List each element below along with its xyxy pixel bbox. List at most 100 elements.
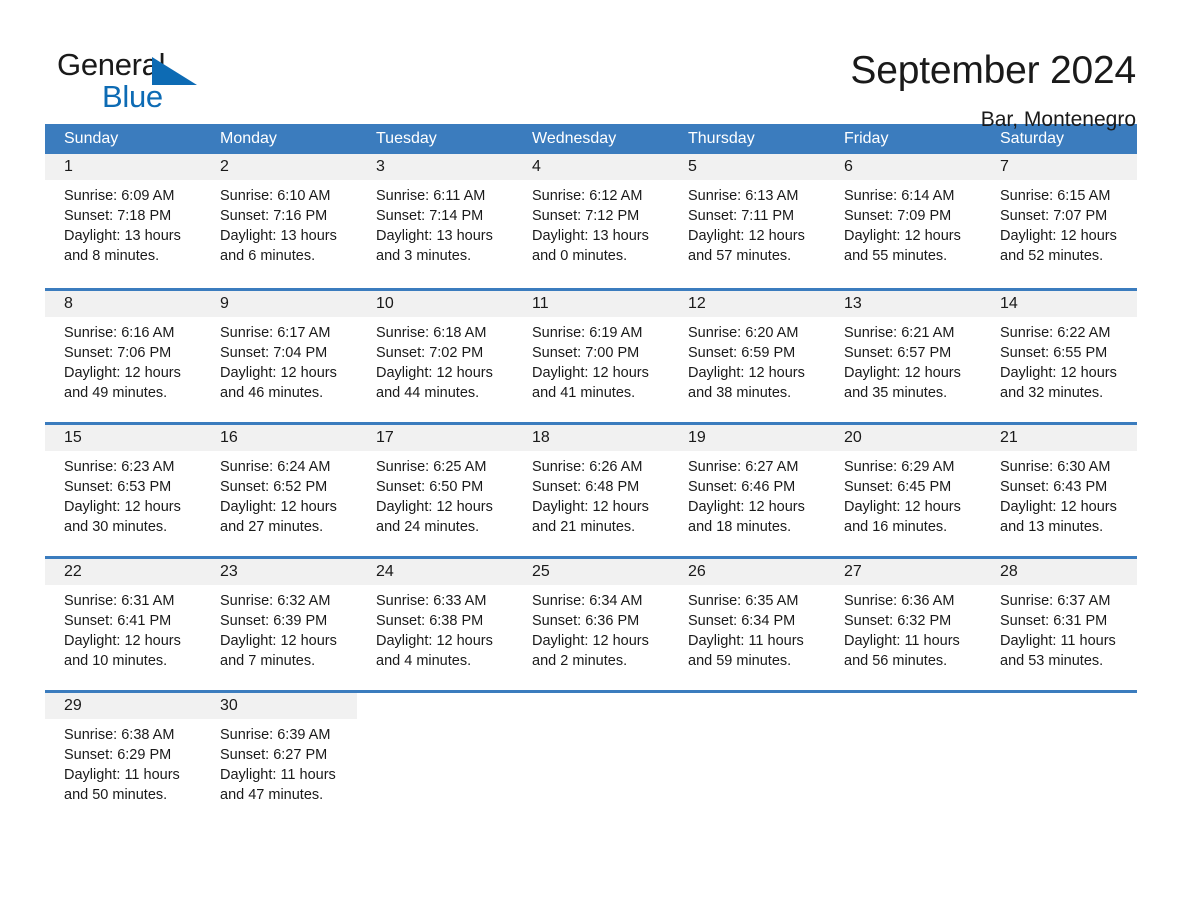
daylight-text: Daylight: 11 hours and 59 minutes. bbox=[688, 633, 804, 669]
sunrise-text: Sunrise: 6:24 AM bbox=[220, 459, 331, 475]
calendar-day-cell[interactable]: 10 Sunrise: 6:18 AM Sunset: 7:02 PM Dayligh… bbox=[357, 291, 513, 412]
sunrise-text: Sunrise: 6:09 AM bbox=[64, 188, 175, 204]
calendar-day-cell[interactable]: 21 Sunrise: 6:30 AM Sunset: 6:43 PM Dayligh… bbox=[981, 425, 1137, 546]
day-number-band: 3 bbox=[357, 154, 513, 180]
sunrise-text: Sunrise: 6:20 AM bbox=[688, 325, 799, 341]
sunset-text: Sunset: 6:29 PM bbox=[64, 747, 172, 763]
calendar-day-cell[interactable]: 22 Sunrise: 6:31 AM Sunset: 6:41 PM Dayligh… bbox=[45, 559, 201, 680]
day-info: Sunrise: 6:35 AM Sunset: 6:34 PM Daylight:… bbox=[669, 585, 825, 671]
daylight-text: Daylight: 11 hours and 56 minutes. bbox=[844, 633, 960, 669]
calendar-day-cell[interactable]: 9 Sunrise: 6:17 AM Sunset: 7:04 PM Daylight… bbox=[201, 291, 357, 412]
day-number-band: 5 bbox=[669, 154, 825, 180]
calendar-day-cell[interactable]: 15 Sunrise: 6:23 AM Sunset: 6:53 PM Dayligh… bbox=[45, 425, 201, 546]
daylight-text: Daylight: 11 hours and 47 minutes. bbox=[220, 767, 336, 803]
sunrise-text: Sunrise: 6:17 AM bbox=[220, 325, 331, 341]
sunrise-text: Sunrise: 6:33 AM bbox=[376, 593, 487, 609]
day-number: 8 bbox=[64, 295, 73, 312]
calendar-day-cell[interactable]: 26 Sunrise: 6:35 AM Sunset: 6:34 PM Dayligh… bbox=[669, 559, 825, 680]
sunset-text: Sunset: 7:14 PM bbox=[376, 208, 484, 224]
calendar-day-cell[interactable]: 4 Sunrise: 6:12 AM Sunset: 7:12 PM Daylight… bbox=[513, 154, 669, 278]
calendar-day-cell[interactable]: 24 Sunrise: 6:33 AM Sunset: 6:38 PM Dayligh… bbox=[357, 559, 513, 680]
calendar-grid: Sunday Monday Tuesday Wednesday Thursday… bbox=[45, 124, 1137, 814]
day-number-band: 4 bbox=[513, 154, 669, 180]
weekday-header-thursday: Thursday bbox=[688, 130, 755, 147]
day-number: 2 bbox=[220, 158, 229, 175]
sunset-text: Sunset: 6:36 PM bbox=[532, 613, 640, 629]
calendar-day-cell[interactable]: 14 Sunrise: 6:22 AM Sunset: 6:55 PM Dayligh… bbox=[981, 291, 1137, 412]
daylight-text: Daylight: 12 hours and 35 minutes. bbox=[844, 365, 961, 401]
day-number: 25 bbox=[532, 563, 550, 580]
title-block: September 2024 Bar, Montenegro bbox=[850, 48, 1136, 134]
calendar-day-cell[interactable]: 19 Sunrise: 6:27 AM Sunset: 6:46 PM Dayligh… bbox=[669, 425, 825, 546]
day-info: Sunrise: 6:20 AM Sunset: 6:59 PM Daylight:… bbox=[669, 317, 825, 403]
sunrise-text: Sunrise: 6:29 AM bbox=[844, 459, 955, 475]
calendar-day-cell[interactable]: 7 Sunrise: 6:15 AM Sunset: 7:07 PM Daylight… bbox=[981, 154, 1137, 278]
calendar-day-cell[interactable]: 1 Sunrise: 6:09 AM Sunset: 7:18 PM Daylight… bbox=[45, 154, 201, 278]
calendar-week-row: 15 Sunrise: 6:23 AM Sunset: 6:53 PM Dayligh… bbox=[45, 422, 1137, 546]
sunrise-text: Sunrise: 6:11 AM bbox=[376, 188, 486, 204]
calendar-day-cell[interactable]: 20 Sunrise: 6:29 AM Sunset: 6:45 PM Dayligh… bbox=[825, 425, 981, 546]
generalblue-logo[interactable]: General Blue bbox=[57, 48, 207, 112]
page-title: September 2024 bbox=[850, 49, 1136, 92]
sunset-text: Sunset: 6:46 PM bbox=[688, 479, 796, 495]
sunset-text: Sunset: 7:09 PM bbox=[844, 208, 952, 224]
sunset-text: Sunset: 7:00 PM bbox=[532, 345, 640, 361]
daylight-text: Daylight: 12 hours and 32 minutes. bbox=[1000, 365, 1117, 401]
calendar-day-cell[interactable]: 6 Sunrise: 6:14 AM Sunset: 7:09 PM Daylight… bbox=[825, 154, 981, 278]
calendar-day-cell[interactable]: 17 Sunrise: 6:25 AM Sunset: 6:50 PM Dayligh… bbox=[357, 425, 513, 546]
logo-triangle-icon bbox=[152, 57, 197, 85]
daylight-text: Daylight: 13 hours and 3 minutes. bbox=[376, 228, 493, 264]
day-number: 28 bbox=[1000, 563, 1018, 580]
calendar-day-cell[interactable]: 28 Sunrise: 6:37 AM Sunset: 6:31 PM Dayligh… bbox=[981, 559, 1137, 680]
calendar-week-row: 8 Sunrise: 6:16 AM Sunset: 7:06 PM Daylight… bbox=[45, 288, 1137, 412]
day-number-band: 11 bbox=[513, 291, 669, 317]
calendar-day-cell[interactable]: 29 Sunrise: 6:38 AM Sunset: 6:29 PM Dayligh… bbox=[45, 693, 201, 814]
daylight-text: Daylight: 12 hours and 24 minutes. bbox=[376, 499, 493, 535]
day-number-band: 28 bbox=[981, 559, 1137, 585]
calendar-day-cell[interactable]: 30 Sunrise: 6:39 AM Sunset: 6:27 PM Dayligh… bbox=[201, 693, 357, 814]
calendar-day-cell[interactable]: 27 Sunrise: 6:36 AM Sunset: 6:32 PM Dayligh… bbox=[825, 559, 981, 680]
sunset-text: Sunset: 7:04 PM bbox=[220, 345, 328, 361]
calendar-day-cell[interactable]: 3 Sunrise: 6:11 AM Sunset: 7:14 PM Daylight… bbox=[357, 154, 513, 278]
day-info: Sunrise: 6:11 AM Sunset: 7:14 PM Daylight:… bbox=[357, 180, 513, 266]
day-info: Sunrise: 6:18 AM Sunset: 7:02 PM Daylight:… bbox=[357, 317, 513, 403]
day-info: Sunrise: 6:38 AM Sunset: 6:29 PM Daylight:… bbox=[45, 719, 201, 805]
calendar-day-cell[interactable]: 13 Sunrise: 6:21 AM Sunset: 6:57 PM Dayligh… bbox=[825, 291, 981, 412]
weekday-header-friday: Friday bbox=[844, 130, 889, 147]
daylight-text: Daylight: 12 hours and 7 minutes. bbox=[220, 633, 337, 669]
daylight-text: Daylight: 13 hours and 8 minutes. bbox=[64, 228, 181, 264]
calendar-day-cell[interactable]: 25 Sunrise: 6:34 AM Sunset: 6:36 PM Dayligh… bbox=[513, 559, 669, 680]
calendar-day-cell[interactable]: 8 Sunrise: 6:16 AM Sunset: 7:06 PM Daylight… bbox=[45, 291, 201, 412]
day-number-band bbox=[669, 693, 825, 719]
calendar-day-cell[interactable]: 16 Sunrise: 6:24 AM Sunset: 6:52 PM Dayligh… bbox=[201, 425, 357, 546]
daylight-text: Daylight: 12 hours and 18 minutes. bbox=[688, 499, 805, 535]
sunrise-text: Sunrise: 6:19 AM bbox=[532, 325, 643, 341]
sunset-text: Sunset: 7:12 PM bbox=[532, 208, 640, 224]
day-info: Sunrise: 6:12 AM Sunset: 7:12 PM Daylight:… bbox=[513, 180, 669, 266]
weekday-header-saturday: Saturday bbox=[1000, 130, 1065, 147]
calendar-day-cell[interactable]: 11 Sunrise: 6:19 AM Sunset: 7:00 PM Dayligh… bbox=[513, 291, 669, 412]
sunset-text: Sunset: 6:31 PM bbox=[1000, 613, 1108, 629]
calendar-day-cell[interactable]: 23 Sunrise: 6:32 AM Sunset: 6:39 PM Dayligh… bbox=[201, 559, 357, 680]
day-number-band: 23 bbox=[201, 559, 357, 585]
calendar-day-cell[interactable]: 18 Sunrise: 6:26 AM Sunset: 6:48 PM Dayligh… bbox=[513, 425, 669, 546]
day-number-band: 19 bbox=[669, 425, 825, 451]
calendar-day-cell[interactable]: 2 Sunrise: 6:10 AM Sunset: 7:16 PM Daylight… bbox=[201, 154, 357, 278]
sunset-text: Sunset: 6:45 PM bbox=[844, 479, 952, 495]
daylight-text: Daylight: 12 hours and 2 minutes. bbox=[532, 633, 649, 669]
day-number: 12 bbox=[688, 295, 706, 312]
calendar-day-cell[interactable]: 5 Sunrise: 6:13 AM Sunset: 7:11 PM Daylight… bbox=[669, 154, 825, 278]
day-info: Sunrise: 6:24 AM Sunset: 6:52 PM Daylight:… bbox=[201, 451, 357, 537]
day-number: 13 bbox=[844, 295, 862, 312]
day-number: 17 bbox=[376, 429, 394, 446]
calendar-day-cell[interactable]: 12 Sunrise: 6:20 AM Sunset: 6:59 PM Dayligh… bbox=[669, 291, 825, 412]
daylight-text: Daylight: 12 hours and 10 minutes. bbox=[64, 633, 181, 669]
day-number: 24 bbox=[376, 563, 394, 580]
daylight-text: Daylight: 12 hours and 4 minutes. bbox=[376, 633, 493, 669]
day-number: 9 bbox=[220, 295, 229, 312]
sunset-text: Sunset: 7:07 PM bbox=[1000, 208, 1108, 224]
sunrise-text: Sunrise: 6:35 AM bbox=[688, 593, 799, 609]
calendar-week-row: 29 Sunrise: 6:38 AM Sunset: 6:29 PM Dayligh… bbox=[45, 690, 1137, 814]
calendar-day-cell-empty bbox=[669, 693, 825, 814]
day-number: 26 bbox=[688, 563, 706, 580]
